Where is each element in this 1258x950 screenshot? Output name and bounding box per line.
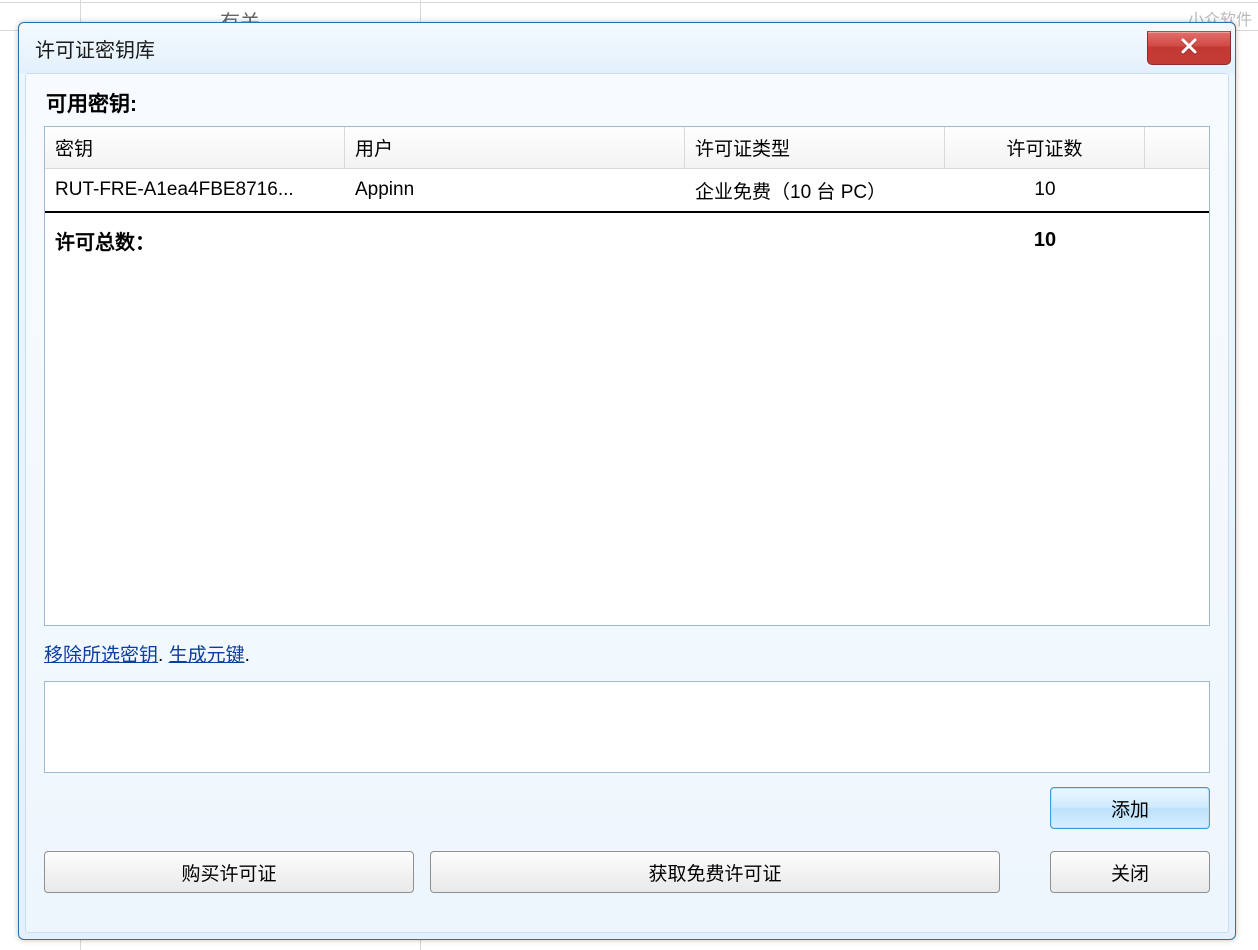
- add-button-row: 添加: [44, 787, 1210, 829]
- close-icon: [1179, 36, 1199, 61]
- available-keys-label: 可用密钥:: [46, 88, 1210, 118]
- keys-table-header: 密钥 用户 许可证类型 许可证数: [45, 127, 1209, 169]
- license-key-store-dialog: 许可证密钥库 可用密钥: 密钥 用户 许可证类型 许可证数 RUT-FRE-A1…: [18, 22, 1236, 940]
- table-row[interactable]: RUT-FRE-A1ea4FBE8716... Appinn 企业免费（10 台…: [45, 169, 1209, 211]
- cell-type: 企业免费（10 台 PC）: [685, 169, 945, 211]
- cell-count: 10: [945, 169, 1145, 211]
- cell-user: Appinn: [345, 169, 685, 211]
- close-button[interactable]: 关闭: [1050, 851, 1210, 893]
- cell-key: RUT-FRE-A1ea4FBE8716...: [45, 169, 345, 211]
- bottom-button-row: 购买许可证 获取免费许可证 关闭: [44, 851, 1210, 893]
- links-row: 移除所选密钥. 生成元键.: [44, 640, 1210, 667]
- get-free-license-button[interactable]: 获取免费许可证: [430, 851, 1000, 893]
- header-count[interactable]: 许可证数: [945, 127, 1145, 169]
- header-type[interactable]: 许可证类型: [685, 127, 945, 169]
- keys-table: 密钥 用户 许可证类型 许可证数 RUT-FRE-A1ea4FBE8716...…: [44, 126, 1210, 626]
- header-key[interactable]: 密钥: [45, 127, 345, 169]
- dialog-client-area: 可用密钥: 密钥 用户 许可证类型 许可证数 RUT-FRE-A1ea4FBE8…: [25, 73, 1229, 933]
- add-button[interactable]: 添加: [1050, 787, 1210, 829]
- remove-selected-key-link[interactable]: 移除所选密钥: [44, 645, 158, 666]
- total-row: 许可总数： 10: [45, 213, 1209, 267]
- total-value: 10: [945, 229, 1145, 252]
- link-separator: .: [158, 645, 169, 666]
- close-window-button[interactable]: [1147, 31, 1231, 65]
- total-label: 许可总数：: [45, 226, 945, 255]
- titlebar: 许可证密钥库: [19, 23, 1235, 73]
- key-input-box[interactable]: [44, 681, 1210, 773]
- dialog-title: 许可证密钥库: [35, 34, 155, 63]
- generate-metakey-link[interactable]: 生成元键: [169, 645, 245, 666]
- link-trailing: .: [245, 645, 250, 666]
- buy-license-button[interactable]: 购买许可证: [44, 851, 414, 893]
- header-user[interactable]: 用户: [345, 127, 685, 169]
- header-spacer: [1145, 127, 1209, 169]
